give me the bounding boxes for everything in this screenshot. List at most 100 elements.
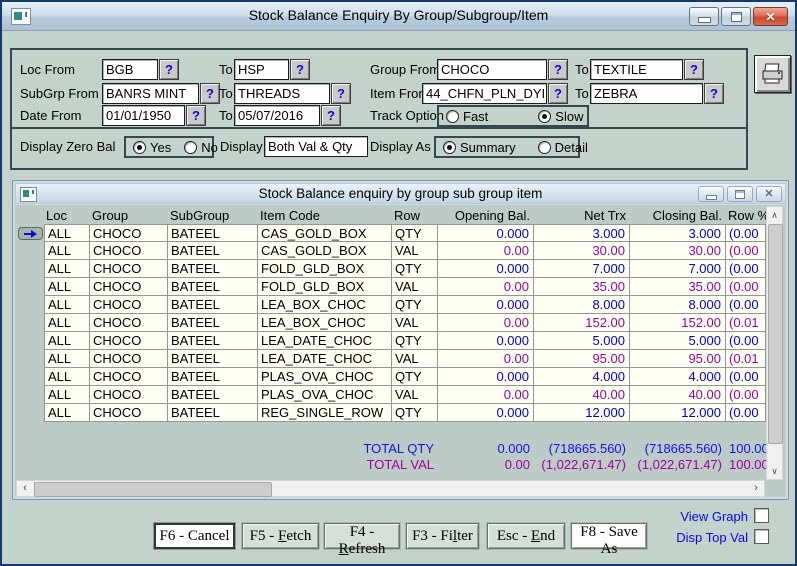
action-button-f5-fetch[interactable]: F5 - Fetch [242,523,319,549]
cell-loc: ALL [44,332,90,350]
action-button-f3-filter[interactable]: F3 - Filter [406,523,479,549]
date-to-input[interactable] [234,105,320,126]
cell-row: VAL [392,386,438,404]
vertical-scroll-thumb[interactable] [768,224,783,444]
cell-closing: 30.00 [630,242,726,260]
subgrp-from-input[interactable] [102,83,199,104]
radio-label: Slow [555,109,583,124]
vertical-scrollbar[interactable]: ∧ ∨ [766,206,783,480]
loc-from-lov-button[interactable]: ? [159,59,179,80]
item-to-lov-button[interactable]: ? [704,83,724,104]
display-zero-bal-group: YesNo [124,136,214,158]
side-option-label: Disp Top Val [676,530,748,545]
table-row[interactable]: ALLCHOCOBATEELFOLD_GLD_BOXQTY0.0007.0007… [15,260,766,278]
radio-option-no[interactable]: No [184,140,218,155]
checkbox-disp-top-val[interactable] [754,529,769,544]
radio-option-detail[interactable]: Detail [538,140,588,155]
table-row[interactable]: ALLCHOCOBATEELPLAS_OVA_CHOCQTY0.0004.000… [15,368,766,386]
action-button-f4-refresh[interactable]: F4 - Refresh [324,523,400,549]
radio-label: Summary [460,140,516,155]
table-row[interactable]: ALLCHOCOBATEELREG_SINGLE_ROWQTY0.00012.0… [15,404,766,422]
subgrp-to-input[interactable] [234,83,330,104]
group-from-lov-button[interactable]: ? [548,59,568,80]
item-from-lov-button[interactable]: ? [548,83,568,104]
side-option-label: View Graph [680,509,748,524]
cell-row: QTY [392,224,438,242]
cell-opening: 0.000 [438,260,534,278]
display-zero-bal-label: Display Zero Bal [20,139,115,154]
result-minimize-button[interactable] [698,186,724,202]
group-from-input[interactable] [437,59,547,80]
cell-rowpct: (0.00 [726,368,766,386]
print-button[interactable] [754,55,791,93]
subgrp-from-lov-button[interactable]: ? [200,83,220,104]
checkbox-view-graph[interactable] [754,508,769,523]
column-header: Row [392,208,438,224]
radio-option-slow[interactable]: Slow [538,109,583,124]
table-row[interactable]: ALLCHOCOBATEELLEA_BOX_CHOCVAL0.00152.001… [15,314,766,332]
scroll-right-icon[interactable]: › [748,481,764,496]
display-input[interactable] [264,136,368,157]
table-row[interactable]: ALLCHOCOBATEELCAS_GOLD_BOXVAL0.0030.0030… [15,242,766,260]
radio-option-fast[interactable]: Fast [446,109,488,124]
horizontal-scroll-thumb[interactable] [34,482,272,497]
minimize-button[interactable] [689,7,719,26]
cell-group: CHOCO [90,242,168,260]
group-to-input[interactable] [590,59,683,80]
table-row[interactable]: ALLCHOCOBATEELPLAS_OVA_CHOCVAL0.0040.004… [15,386,766,404]
radio-option-summary[interactable]: Summary [443,140,516,155]
subgrp-to-lov-button[interactable]: ? [331,83,351,104]
cell-item: REG_SINGLE_ROW [258,404,392,422]
cell-item: FOLD_GLD_BOX [258,260,392,278]
cell-group: CHOCO [90,368,168,386]
loc-to-input[interactable] [234,59,289,80]
horizontal-scrollbar[interactable]: ‹ › [16,480,765,497]
cell-subgroup: BATEEL [168,260,258,278]
scroll-down-icon[interactable]: ∨ [767,463,782,479]
record-selector-icon[interactable] [18,227,43,240]
result-window-title: Stock Balance enquiry by group sub group… [16,186,785,201]
scroll-left-icon[interactable]: ‹ [17,481,33,496]
cell-row: QTY [392,332,438,350]
group-to-lov-button[interactable]: ? [684,59,704,80]
table-row[interactable]: ALLCHOCOBATEELLEA_BOX_CHOCQTY0.0008.0008… [15,296,766,314]
result-close-button[interactable]: ✕ [756,186,782,202]
maximize-icon [735,190,745,199]
action-button-f6-cancel[interactable]: F6 - Cancel [154,523,235,549]
radio-label: Yes [150,140,171,155]
cell-opening: 0.000 [438,368,534,386]
cell-net: 152.00 [534,314,630,332]
close-button[interactable]: ✕ [753,7,788,26]
cell-loc: ALL [44,242,90,260]
item-to-input[interactable] [590,83,703,104]
maximize-button[interactable] [721,7,751,26]
display-label: Display [220,139,263,154]
loc-from-input[interactable] [102,59,158,80]
cell-rowpct: (0.00 [726,278,766,296]
radio-label: Detail [555,140,588,155]
table-row[interactable]: ALLCHOCOBATEELFOLD_GLD_BOXVAL0.0035.0035… [15,278,766,296]
item-from-input[interactable] [422,83,547,104]
date-from-lov-button[interactable]: ? [186,105,206,126]
cell-subgroup: BATEEL [168,296,258,314]
result-maximize-button[interactable] [727,186,753,202]
scroll-up-icon[interactable]: ∧ [767,207,782,223]
loc-to-lov-button[interactable]: ? [290,59,310,80]
radio-icon [184,141,197,154]
result-window: Stock Balance enquiry by group sub group… [12,180,789,500]
cell-item: LEA_BOX_CHOC [258,314,392,332]
table-row[interactable]: ALLCHOCOBATEELLEA_DATE_CHOCVAL0.0095.009… [15,350,766,368]
loc-from-label: Loc From [20,62,75,77]
date-to-lov-button[interactable]: ? [321,105,341,126]
cell-closing: 5.000 [630,332,726,350]
group-to-label: To [575,62,589,77]
table-row[interactable]: ALLCHOCOBATEELCAS_GOLD_BOXQTY0.0003.0003… [15,224,766,242]
cell-item: PLAS_OVA_CHOC [258,368,392,386]
radio-option-yes[interactable]: Yes [133,140,171,155]
cell-loc: ALL [44,278,90,296]
cell-item: LEA_BOX_CHOC [258,296,392,314]
panel-divider [12,127,746,129]
table-row[interactable]: ALLCHOCOBATEELLEA_DATE_CHOCQTY0.0005.000… [15,332,766,350]
action-button-esc-end[interactable]: Esc - End [487,523,565,549]
date-from-input[interactable] [102,105,185,126]
